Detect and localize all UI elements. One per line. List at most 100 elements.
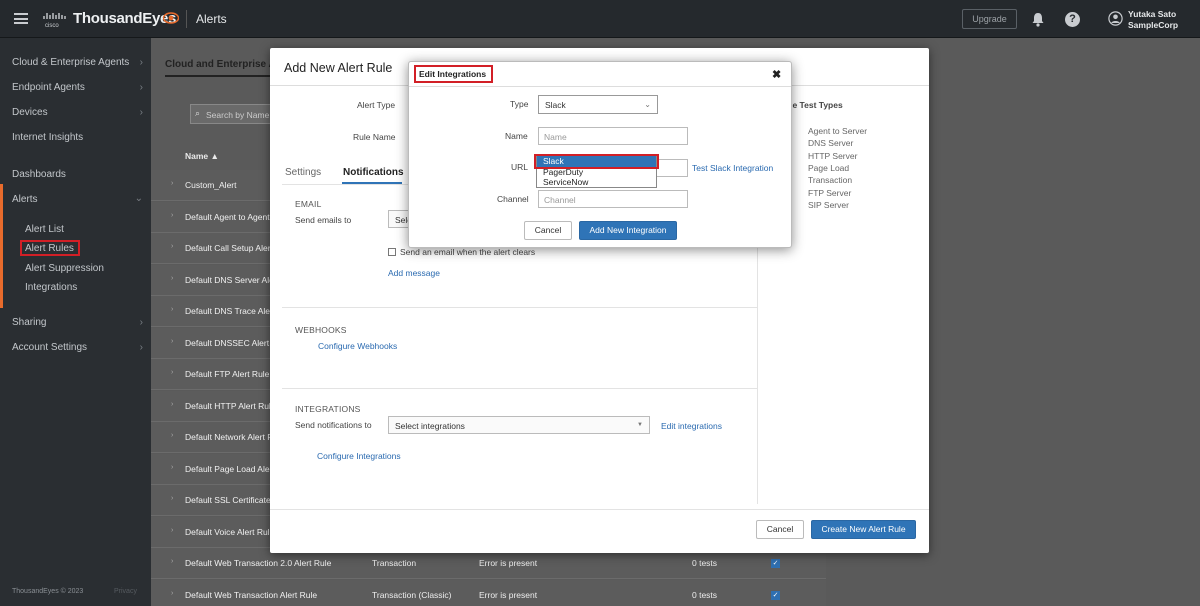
help-icon[interactable]: ? xyxy=(1065,12,1080,27)
compat-test-type: DNS Server xyxy=(808,138,854,149)
expand-caret-icon[interactable]: › xyxy=(171,432,173,439)
configure-integrations-link[interactable]: Configure Integrations xyxy=(317,451,401,461)
tab-settings[interactable]: Settings xyxy=(285,167,321,178)
channel-placeholder: Channel xyxy=(544,195,576,205)
expand-caret-icon[interactable]: › xyxy=(171,401,173,408)
expand-caret-icon[interactable]: › xyxy=(171,464,173,471)
cancel-button[interactable]: Cancel xyxy=(756,520,804,539)
channel-label: Channel xyxy=(497,194,529,204)
compat-test-type: Page Load xyxy=(808,162,850,173)
sidebar-subitem-integrations[interactable]: Integrations xyxy=(25,282,77,293)
sidebar-item-label: Internet Insights xyxy=(12,132,84,143)
chevron-right-icon: › xyxy=(139,57,143,68)
footer-privacy-link[interactable]: Privacy xyxy=(114,588,137,595)
tab-cloud-enterprise[interactable]: Cloud and Enterprise A xyxy=(165,59,276,77)
bell-icon[interactable] xyxy=(1031,12,1045,27)
edit-integrations-dialog: Edit Integrations ✖ Type Slack ⌄ Name Na… xyxy=(408,61,792,248)
expand-caret-icon[interactable]: › xyxy=(171,180,173,187)
rule-name: Default Web Transaction Alert Rule xyxy=(185,589,318,600)
search-placeholder: Search by Name xyxy=(206,110,270,120)
svg-text:cisco: cisco xyxy=(45,23,59,28)
configure-webhooks-link[interactable]: Configure Webhooks xyxy=(318,341,397,351)
compat-test-type: SIP Server xyxy=(808,199,849,210)
type-select[interactable]: Slack ⌄ xyxy=(538,95,658,114)
expand-caret-icon[interactable]: › xyxy=(171,338,173,345)
send-emails-label: Send emails to xyxy=(295,215,352,225)
user-avatar-icon[interactable] xyxy=(1108,11,1123,26)
alerts-active-indicator xyxy=(0,184,3,308)
rule-name: Default Call Setup Alert xyxy=(185,243,273,253)
sidebar-subitem-alert-suppression[interactable]: Alert Suppression xyxy=(25,263,104,274)
alert-type-label: Alert Type xyxy=(357,100,396,110)
name-column-label: Name xyxy=(185,151,209,161)
email-heading: EMAIL xyxy=(295,199,322,209)
sidebar-item-label: Dashboards xyxy=(12,169,66,180)
caret-down-icon: ▼ xyxy=(637,422,643,428)
top-bar: cisco ThousandEyes Alerts Upgrade ? Yuta… xyxy=(0,0,1200,38)
slack-option-highlight xyxy=(534,154,659,169)
sidebar-item-label: Cloud & Enterprise Agents xyxy=(12,57,130,68)
expand-caret-icon[interactable]: › xyxy=(171,212,173,219)
rule-name: Default Network Alert R xyxy=(185,432,274,442)
row13-condition: Error is present xyxy=(479,558,538,568)
edit-integrations-link[interactable]: Edit integrations xyxy=(661,421,722,431)
dialog-cancel-button[interactable]: Cancel xyxy=(524,221,572,240)
upgrade-button[interactable]: Upgrade xyxy=(962,9,1017,29)
dropdown-option-servicenow[interactable]: ServiceNow xyxy=(537,177,656,187)
brand-name: ThousandEyes xyxy=(73,10,177,27)
expand-caret-icon[interactable]: › xyxy=(171,243,173,250)
webhooks-heading: WEBHOOKS xyxy=(295,325,347,335)
chevron-down-icon: ⌄ xyxy=(134,193,143,204)
sort-asc-icon: ▲ xyxy=(210,151,219,161)
sidebar-subitem-alert-list[interactable]: Alert List xyxy=(25,224,64,235)
rule-name: Custom_Alert xyxy=(185,180,237,190)
add-message-link[interactable]: Add message xyxy=(388,268,440,278)
expand-caret-icon[interactable]: › xyxy=(171,369,173,376)
search-icon: ⌕ xyxy=(195,108,201,118)
hamburger-menu-icon[interactable] xyxy=(14,13,28,24)
chevron-down-icon: ⌄ xyxy=(644,100,651,109)
row13-checkbox[interactable]: ✓ xyxy=(771,559,780,568)
chevron-right-icon: › xyxy=(139,317,143,328)
chevron-right-icon: › xyxy=(139,107,143,118)
rule-name: Default Voice Alert Rule xyxy=(185,526,275,537)
channel-input[interactable]: Channel xyxy=(538,190,688,208)
send-emails-select[interactable]: Selec xyxy=(388,210,416,228)
compat-test-type: Transaction xyxy=(808,175,853,186)
email-clear-checkbox[interactable] xyxy=(388,248,396,256)
name-input[interactable]: Name xyxy=(538,127,688,145)
expand-caret-icon[interactable]: › xyxy=(171,306,173,313)
url-label: URL xyxy=(511,162,529,172)
row14-checkbox[interactable]: ✓ xyxy=(771,591,780,600)
close-icon[interactable]: ✖ xyxy=(772,68,781,81)
sidebar-item-label: Endpoint Agents xyxy=(12,82,85,93)
expand-caret-icon[interactable]: › xyxy=(171,558,173,565)
name-column-header[interactable]: Name ▲ xyxy=(185,151,219,161)
row14-type: Transaction (Classic) xyxy=(372,590,452,600)
tab-notifications[interactable]: Notifications xyxy=(343,167,404,178)
expand-caret-icon[interactable]: › xyxy=(171,527,173,534)
row14-tests: 0 tests xyxy=(692,590,718,600)
add-new-integration-button[interactable]: Add New Integration xyxy=(579,221,677,240)
rule-name: Default DNSSEC Alert xyxy=(185,337,270,348)
send-notifications-label: Send notifications to xyxy=(295,420,372,430)
test-slack-link[interactable]: Test Slack Integration xyxy=(692,163,773,173)
select-integrations-dropdown[interactable]: Select integrations ▼ xyxy=(388,416,650,434)
sidebar-item-label: Alerts xyxy=(12,194,38,205)
expand-caret-icon[interactable]: › xyxy=(171,495,173,502)
expand-caret-icon[interactable]: › xyxy=(171,275,173,282)
sidebar-item-label: Devices xyxy=(12,107,48,118)
select-integrations-value: Select integrations xyxy=(395,421,465,431)
create-alert-rule-button[interactable]: Create New Alert Rule xyxy=(811,520,916,539)
rule-name: Default HTTP Alert Rul xyxy=(185,400,271,411)
row13-tests: 0 tests xyxy=(692,558,718,568)
type-select-value: Slack xyxy=(545,100,566,110)
expand-caret-icon[interactable]: › xyxy=(171,590,173,597)
rule-name: Default DNS Server Ale xyxy=(185,274,274,285)
chevron-right-icon: › xyxy=(139,82,143,93)
search-box[interactable]: ⌕ Search by Name xyxy=(190,104,280,124)
sidebar: Cloud & Enterprise Agents › Endpoint Agen… xyxy=(0,38,151,606)
compat-test-type: Agent to Server xyxy=(808,126,868,136)
integrations-heading: INTEGRATIONS xyxy=(295,404,361,414)
rule-name-label: Rule Name xyxy=(353,132,396,142)
